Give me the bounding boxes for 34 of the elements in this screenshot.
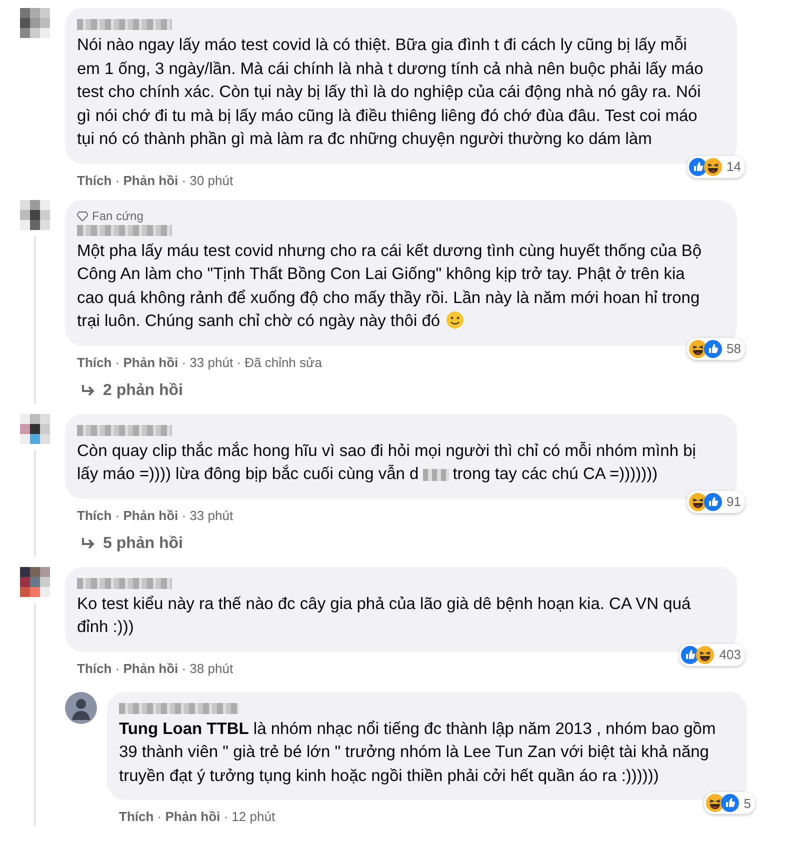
reaction-count-badge[interactable]: 58 <box>686 338 745 360</box>
comment-text: Tung Loan TTBL là nhóm nhạc nổi tiếng đc thành lập năm 2013 , nhóm bao gồm 39 thành viên " già trẻ bé lớn " trưởng nhóm là Lee Tun Zan với biệt tài khả năng truyền đạt ý tưởng tụng kinh hoặc ngồi thiền phải cởi hết quần áo ra :)))))) <box>119 718 717 786</box>
laughing-reaction-icon <box>706 794 724 812</box>
comment-actions[interactable]: Thích · Phản hồi · 12 phút <box>119 808 276 826</box>
reaction-count-badge[interactable]: 91 <box>686 490 745 512</box>
comment-actions[interactable]: Thích · Phản hồi · 30 phút <box>77 172 234 190</box>
avatar[interactable] <box>20 414 50 444</box>
reaction-count-badge[interactable]: 14 <box>686 156 745 178</box>
avatar[interactable] <box>65 692 97 724</box>
reply-arrow-icon <box>81 384 95 398</box>
avatar[interactable] <box>20 566 50 596</box>
reaction-count-badge[interactable]: 403 <box>679 644 745 666</box>
avatar[interactable] <box>20 8 50 38</box>
like-reaction-icon <box>704 492 722 510</box>
reaction-count-badge[interactable]: 5 <box>704 792 755 814</box>
comment-actions[interactable]: Thích · Phản hồi · 38 phút <box>77 660 234 678</box>
laughing-reaction-icon <box>688 340 707 358</box>
avatar[interactable] <box>20 200 50 230</box>
comment-text: Ko test kiểu này ra thế nào đc cây gia phả của lão già dê bệnh hoạn kia. CA VN quá đỉnh :))) <box>77 594 692 638</box>
laughing-reaction-icon <box>688 492 707 510</box>
comment-actions[interactable]: Thích · Phản hồi · 33 phút · Đã chỉnh sửa <box>77 354 322 372</box>
view-replies-link[interactable]: 5 phản hồi <box>65 524 800 556</box>
fan-badge: Fan cứng <box>77 208 725 222</box>
comment-text: Nói nào ngay lấy máo test covid là có thiệt. Bữa gia đình t đi cách ly cũng bị lấy mỗi em 1 ống, 3 ngày/lần. Mà cái chính là nhà t dương tính cả nhà nên buộc phải lấy máo test cho chính xác. Còn tụi này bị lấy thì là do nghiệp của cái động nhà nó gây ra. Nói gì nói chớ đi tu mà bị lấy máo cũng là điều thiêng liêng đó chớ đùa đâu. Test coi máo tụi nó có thành phần gì mà làm ra đc những chuyện người thường ko dám làm <box>77 34 704 150</box>
view-replies-link[interactable]: 2 phản hồi <box>65 372 800 404</box>
comment-text: Còn quay clip thắc mắc hong hĩu vì sao đi hỏi mọi người thì chỉ có mỗi nhóm mình bị lấy máo =)))) lừa đông bịp bắc cuối cùng vẫn d trong tay các chú CA =))))))) <box>77 440 697 485</box>
laughing-reaction-icon <box>704 158 722 176</box>
laughing-reaction-icon <box>696 646 714 664</box>
like-reaction-icon <box>720 794 739 812</box>
like-reaction-icon <box>704 340 722 358</box>
like-reaction-icon <box>688 158 707 176</box>
comment-actions[interactable]: Thích · Phản hồi · 33 phút <box>77 506 234 524</box>
reply-arrow-icon <box>81 536 95 550</box>
comment-text: Một pha lấy máu test covid nhưng cho ra cái kết dương tình cùng huyết thống của Bộ Công An làm cho "Tịnh Thất Bồng Con Lai Giống" không kịp trở tay. Phật ở trên kia cao quá không rảnh để xuống độ cho mấy thầy rồi. Lần này là năm mới hoan hỉ trong trại luôn. Chúng sanh chỉ chờ có ngày này thôi đó <box>77 240 703 332</box>
